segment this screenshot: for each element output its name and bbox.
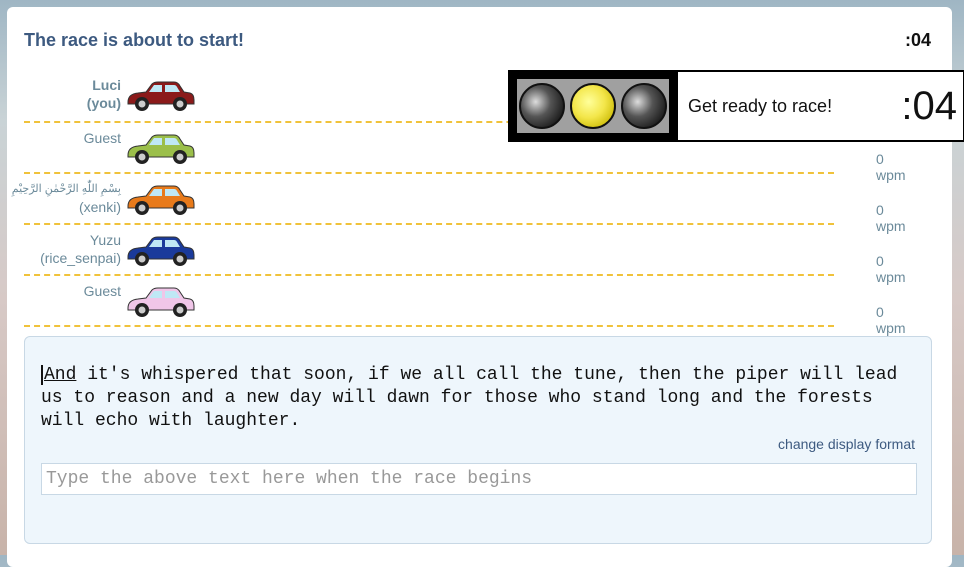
racer-handle: (rice_senpai): [40, 250, 121, 266]
race-text-box: And it's whispered that soon, if we all …: [24, 336, 932, 544]
racer-car: [127, 185, 195, 215]
racer-wpm: 0 wpm: [876, 304, 906, 336]
racer-car: [127, 236, 195, 266]
racer-handle: (xenki): [78, 199, 121, 215]
racer-wpm: 0 wpm: [876, 253, 906, 285]
lane-2: بِسْمِ اللّٰهِ الرَّحْمٰنِ الرَّحِيْمِ (…: [12, 174, 906, 234]
race-status-title: The race is about to start!: [24, 30, 245, 50]
current-word: And: [41, 365, 77, 385]
racer-name: Luci (you): [11, 76, 121, 112]
lane-3: Yuzu (rice_senpai) 0 wpm: [24, 225, 906, 285]
racer-name: Guest: [83, 283, 121, 299]
remaining-text: it's whispered that soon, if we all call…: [41, 365, 898, 431]
light-bulb-right: [620, 83, 667, 129]
signal-countdown: :04: [901, 84, 957, 128]
change-display-format-link[interactable]: change display format: [778, 436, 915, 452]
racer-name: Yuzu (rice_senpai): [11, 231, 121, 267]
race-text: And it's whispered that soon, if we all …: [41, 364, 921, 433]
racer-name: بِسْمِ اللّٰهِ الرَّحْمٰنِ الرَّحِيْمِ (…: [11, 183, 121, 215]
racer-car: [127, 134, 195, 164]
racer-wpm: 0 wpm: [876, 151, 906, 183]
traffic-light: [510, 72, 676, 140]
light-bulb-left: [519, 83, 566, 129]
signal-message-box: Get ready to race! :04: [676, 72, 963, 140]
race-timer: :04: [904, 30, 931, 50]
light-bulb-middle: [569, 83, 616, 129]
racer-handle: (you): [86, 95, 121, 111]
lane-4: Guest 0 wpm: [24, 276, 906, 336]
typing-input[interactable]: [41, 463, 917, 495]
start-signal: Get ready to race! :04: [508, 70, 964, 142]
racer-car: [127, 81, 195, 111]
racer-name: Guest: [83, 130, 121, 146]
racer-car: [127, 287, 195, 317]
signal-message: Get ready to race!: [688, 95, 833, 116]
racer-wpm: 0 wpm: [876, 202, 906, 234]
